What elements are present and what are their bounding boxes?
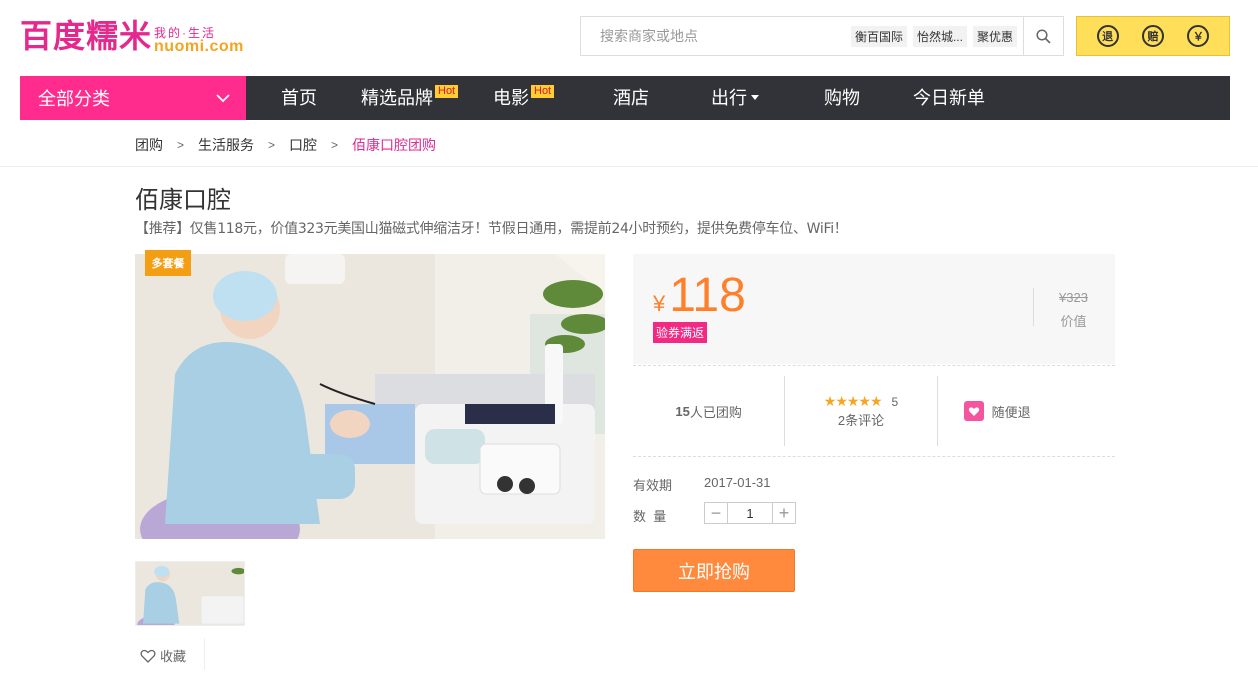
money-promise-icon: ￥ bbox=[1187, 25, 1210, 47]
breadcrumb-item-groupbuy[interactable]: 团购 bbox=[135, 135, 163, 155]
breadcrumb: 团购 > 生活服务 > 口腔 > 佰康口腔团购 bbox=[135, 135, 436, 155]
thumbnail-image[interactable] bbox=[135, 561, 245, 626]
nav-item-new-today[interactable]: 今日新单 bbox=[913, 76, 985, 120]
favorite-label: 收藏 bbox=[160, 649, 187, 664]
hot-word-1[interactable]: 衡百国际 bbox=[850, 25, 907, 47]
refund-promise-icon: 退 bbox=[1096, 25, 1119, 47]
dental-clinic-photo bbox=[135, 254, 605, 539]
chevron-right-icon: > bbox=[177, 138, 185, 152]
nav-item-movies[interactable]: 电影 Hot bbox=[493, 76, 555, 120]
service-promises[interactable]: 退 赔 ￥ bbox=[1076, 16, 1230, 56]
all-categories-dropdown[interactable]: 全部分类 bbox=[20, 76, 246, 120]
buy-now-button[interactable]: 立即抢购 bbox=[633, 549, 795, 592]
dashed-divider bbox=[633, 456, 1115, 457]
search-bar: 衡百国际 怡然城... 聚优惠 bbox=[580, 16, 1064, 56]
compensate-promise-icon: 赔 bbox=[1141, 25, 1164, 47]
heart-outline-icon bbox=[140, 649, 156, 663]
breadcrumb-item-current: 佰康口腔团购 bbox=[352, 137, 437, 153]
hot-badge: Hot bbox=[435, 85, 459, 98]
refund-anytime-label: 随便退 bbox=[991, 404, 1031, 420]
original-price: ¥323 bbox=[1059, 290, 1088, 305]
nav-item-hotel[interactable]: 酒店 bbox=[613, 76, 649, 120]
valid-date: 2017-01-31 bbox=[704, 475, 771, 490]
quantity-label: 数 量 bbox=[633, 509, 667, 524]
hot-word-2[interactable]: 怡然城... bbox=[912, 25, 967, 47]
price-box: ¥ 118 验券满返 ¥323 价值 bbox=[633, 254, 1115, 364]
search-button[interactable] bbox=[1023, 17, 1063, 55]
all-categories-label: 全部分类 bbox=[38, 89, 110, 109]
deal-stats: 15 人已团购 ★★★★★ 5 2条评论 随便退 bbox=[633, 376, 1115, 446]
breadcrumb-item-dental[interactable]: 口腔 bbox=[289, 135, 317, 155]
heart-icon bbox=[963, 401, 984, 421]
header-divider bbox=[0, 166, 1258, 167]
refund-tag: 验券满返 bbox=[653, 322, 708, 343]
sold-number: 15 bbox=[675, 403, 690, 419]
search-icon bbox=[1036, 28, 1051, 44]
page-title: 佰康口腔 bbox=[135, 187, 231, 214]
refund-anytime: 随便退 bbox=[938, 376, 1115, 446]
hot-badge: Hot bbox=[531, 85, 555, 98]
nav-item-travel[interactable]: 出行 bbox=[711, 76, 759, 120]
dashed-divider bbox=[633, 365, 1115, 366]
site-header: 百度糯米 我的·生活 nuomi.com 衡百国际 怡然城... 聚优惠 退 赔… bbox=[0, 0, 1258, 76]
share-divider bbox=[204, 638, 205, 670]
sold-suffix: 人已团购 bbox=[689, 404, 742, 420]
price-value: 118 bbox=[669, 269, 746, 322]
quantity-stepper: − + bbox=[704, 502, 796, 524]
site-logo[interactable]: 百度糯米 我的·生活 nuomi.com bbox=[20, 18, 244, 55]
chevron-right-icon: > bbox=[268, 138, 276, 152]
deal-main-image bbox=[135, 254, 605, 539]
caret-down-icon bbox=[751, 95, 759, 100]
main-nav: 全部分类 首页 精选品牌 Hot 电影 Hot 酒店 出行 购物 今日新单 bbox=[20, 76, 1230, 120]
star-rating-icon: ★★★★★ bbox=[823, 393, 883, 409]
price-divider bbox=[1033, 288, 1034, 326]
breadcrumb-item-life-service[interactable]: 生活服务 bbox=[198, 135, 254, 155]
logo-domain: nuomi.com bbox=[154, 38, 244, 55]
deal-subtitle: 【推荐】仅售118元，价值323元美国山猫磁式伸缩洁牙！节假日通用，需提前24小… bbox=[135, 221, 848, 237]
search-input[interactable] bbox=[581, 17, 851, 55]
plus-icon[interactable]: + bbox=[773, 503, 795, 523]
minus-icon[interactable]: − bbox=[705, 503, 727, 523]
original-price-label: 价值 bbox=[1060, 314, 1087, 329]
hot-word-3[interactable]: 聚优惠 bbox=[972, 25, 1017, 47]
current-price: ¥ 118 bbox=[653, 268, 746, 323]
favorite-button[interactable]: 收藏 bbox=[140, 646, 186, 665]
dental-clinic-thumbnail bbox=[136, 562, 244, 625]
nav-item-home[interactable]: 首页 bbox=[281, 76, 317, 120]
rating-score: 5 bbox=[891, 395, 899, 409]
rating-block[interactable]: ★★★★★ 5 2条评论 bbox=[785, 376, 938, 446]
nav-item-shopping[interactable]: 购物 bbox=[824, 76, 860, 120]
logo-main-text: 百度糯米 bbox=[20, 18, 153, 54]
sold-count: 15 人已团购 bbox=[633, 376, 786, 446]
nav-item-brands[interactable]: 精选品牌 Hot bbox=[361, 76, 459, 120]
multi-package-badge: 多套餐 bbox=[145, 250, 191, 276]
original-price-block: ¥323 价值 bbox=[1059, 290, 1088, 330]
chevron-right-icon: > bbox=[331, 138, 339, 152]
valid-label: 有效期 bbox=[633, 478, 673, 493]
review-count: 2条评论 bbox=[837, 413, 885, 428]
chevron-down-icon bbox=[216, 93, 230, 102]
currency-symbol: ¥ bbox=[653, 291, 666, 316]
quantity-input[interactable] bbox=[727, 503, 773, 523]
